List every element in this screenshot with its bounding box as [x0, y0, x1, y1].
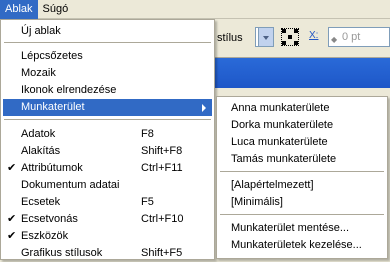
- submenu-item-minimal[interactable]: [Minimális]: [219, 194, 385, 211]
- menu-item-label: Adatok: [21, 128, 56, 140]
- menu-item-panel[interactable]: Dokumentum adatai: [3, 177, 212, 194]
- reference-point-icon[interactable]: [281, 28, 299, 46]
- window-menu: Új ablak Lépcsőzetes Mozaik Ikonok elren…: [0, 19, 215, 260]
- menu-item-shortcut: Ctrl+F10: [141, 213, 184, 225]
- menu-item-label: Eszközök: [21, 230, 69, 242]
- checkmark-icon: ✔: [7, 230, 17, 242]
- menu-item-panel[interactable]: Ecsetek F5: [3, 194, 212, 211]
- menu-item-shortcut: Ctrl+F11: [141, 162, 183, 174]
- submenu-item-manage-workspaces[interactable]: Munkaterületek kezelése...: [219, 237, 385, 254]
- menubar: Ablak Súgó: [0, 0, 390, 19]
- menu-item-label: Dokumentum adatai: [21, 179, 120, 191]
- checkmark-icon: ✔: [7, 162, 17, 174]
- menu-separator: [4, 119, 211, 120]
- menu-separator: [220, 171, 384, 172]
- menu-item-label: Ecsetvonás: [21, 213, 78, 225]
- menu-item-shortcut: F5: [141, 196, 154, 208]
- menu-item-arrange-icons[interactable]: Ikonok elrendezése: [3, 82, 212, 99]
- x-input[interactable]: ◆ 0 pt: [328, 27, 390, 47]
- menu-item-new-window[interactable]: Új ablak: [3, 23, 212, 40]
- submenu-item-workspace[interactable]: Luca munkaterülete: [219, 134, 385, 151]
- submenu-item-workspace[interactable]: Anna munkaterülete: [219, 100, 385, 117]
- menu-item-cascade[interactable]: Lépcsőzetes: [3, 48, 212, 65]
- menu-item-label: Attribútumok: [21, 162, 83, 174]
- menu-item-workspace[interactable]: Munkaterület: [3, 99, 212, 116]
- submenu-item-workspace[interactable]: Dorka munkaterülete: [219, 117, 385, 134]
- menu-separator: [220, 214, 384, 215]
- workspace-submenu: Anna munkaterülete Dorka munkaterülete L…: [216, 96, 388, 259]
- menu-separator: [4, 42, 211, 43]
- submenu-item-workspace[interactable]: Tamás munkaterülete: [219, 151, 385, 168]
- menu-item-shortcut: Shift+F5: [141, 247, 183, 259]
- menu-item-label: Ecsetek: [21, 196, 61, 208]
- menu-item-label: Alakítás: [21, 145, 61, 157]
- submenu-item-default[interactable]: [Alapértelmezett]: [219, 177, 385, 194]
- x-label: X:: [309, 30, 319, 41]
- menu-window[interactable]: Ablak: [0, 0, 38, 19]
- menu-item-shortcut: F8: [141, 128, 154, 140]
- style-label: stílus: [217, 32, 243, 44]
- spinner-icon[interactable]: ◆: [331, 31, 337, 49]
- menu-item-panel[interactable]: ✔ Eszközök: [3, 228, 212, 245]
- menu-item-panel[interactable]: Alakítás Shift+F8: [3, 143, 212, 160]
- submenu-arrow-icon: [202, 104, 206, 112]
- menu-item-panel[interactable]: ✔ Attribútumok Ctrl+F11: [3, 160, 212, 177]
- menu-help[interactable]: Súgó: [38, 0, 74, 19]
- menu-item-label: Grafikus stílusok: [21, 247, 103, 259]
- menu-item-shortcut: Shift+F8: [141, 145, 183, 157]
- submenu-item-save-workspace[interactable]: Munkaterület mentése...: [219, 220, 385, 237]
- x-input-value: 0 pt: [342, 31, 361, 43]
- menu-item-panel[interactable]: Adatok F8: [3, 126, 212, 143]
- menu-item-panel[interactable]: ✔ Ecsetvonás Ctrl+F10: [3, 211, 212, 228]
- menu-item-panel[interactable]: Grafikus stílusok Shift+F5: [3, 245, 212, 262]
- style-dropdown-button[interactable]: [258, 27, 274, 47]
- menu-item-tile[interactable]: Mozaik: [3, 65, 212, 82]
- checkmark-icon: ✔: [7, 213, 17, 225]
